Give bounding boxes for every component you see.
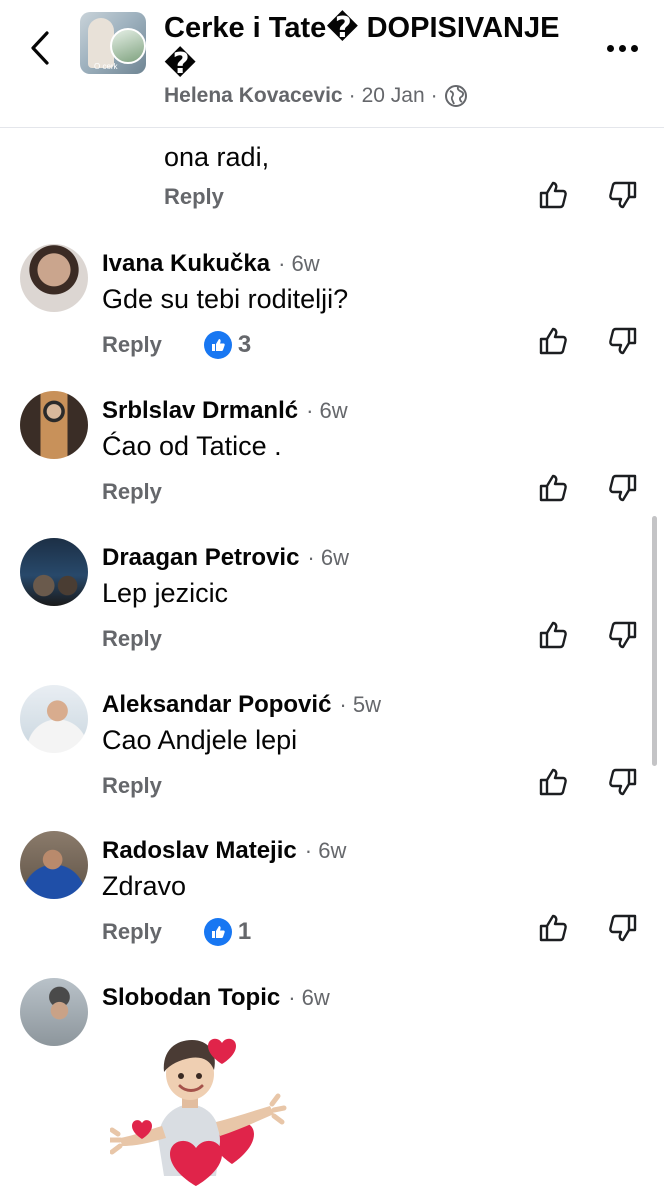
comment-time[interactable]: · 5w [339, 692, 381, 718]
comment-time[interactable]: · 6w [305, 838, 347, 864]
upvote-button[interactable] [536, 324, 570, 358]
downvote-button[interactable] [606, 324, 640, 358]
avatar[interactable] [20, 391, 88, 459]
comment-text: Cao Andjele lepi [102, 725, 298, 755]
thumbs-down-icon [609, 621, 637, 649]
reply-button[interactable]: Reply [164, 184, 224, 210]
comment-time[interactable]: · 6w [307, 545, 349, 571]
group-title[interactable]: Cerke i Tate� DOPISIVANJE � [164, 10, 584, 82]
reaction-summary[interactable]: 1 [203, 918, 252, 946]
reply-button[interactable]: Reply [102, 479, 162, 505]
globe-icon [444, 85, 467, 107]
upvote-button[interactable] [536, 471, 570, 505]
comment-item: Radoslav Matejic · 6w Zdravo Reply 1 [0, 831, 664, 977]
comment-author[interactable]: Draagan Petrovic [102, 544, 299, 572]
downvote-button[interactable] [606, 911, 640, 945]
avatar[interactable] [20, 831, 88, 899]
meta-separator: · [430, 84, 438, 107]
comment-text: ona radi, [164, 142, 270, 172]
reaction-count: 1 [237, 918, 252, 945]
thumbs-up-icon [539, 621, 567, 649]
more-icon [606, 44, 614, 52]
upvote-button[interactable] [536, 911, 570, 945]
thumbs-up-icon [539, 181, 567, 209]
group-thumbnail[interactable]: O cerk [80, 12, 146, 74]
post-date[interactable]: 20 Jan [362, 84, 425, 108]
comment-item: Srblslav Drmanlć · 6w Ćao od Tatice . Re… [0, 391, 664, 537]
downvote-button[interactable] [606, 618, 640, 652]
meta-separator: · [348, 84, 356, 107]
thumbs-down-icon [609, 181, 637, 209]
back-chevron-icon [31, 31, 49, 65]
comment-author[interactable]: Radoslav Matejic [102, 837, 297, 865]
thumbs-down-icon [609, 914, 637, 942]
reply-button[interactable]: Reply [102, 773, 162, 799]
comment-time[interactable]: · 6w [278, 251, 320, 277]
reply-button[interactable]: Reply [102, 919, 162, 945]
scrollbar[interactable] [652, 516, 657, 766]
thumbs-down-icon [609, 474, 637, 502]
comment-author[interactable]: Slobodan Topic [102, 984, 280, 1012]
comment-text: Gde su tebi roditelji? [102, 284, 349, 314]
downvote-button[interactable] [606, 765, 640, 799]
more-options-button[interactable] [600, 36, 644, 60]
comment-text: Ćao od Tatice . [102, 431, 282, 461]
post-meta: Helena Kovacevic · 20 Jan · [164, 84, 468, 108]
downvote-button[interactable] [606, 471, 640, 505]
thumbs-up-icon [539, 327, 567, 355]
upvote-button[interactable] [536, 765, 570, 799]
like-reaction-icon [203, 331, 232, 359]
comment-item: Draagan Petrovic · 6w Lep jezicic Reply [0, 538, 664, 684]
post-header: O cerk Cerke i Tate� DOPISIVANJE � Helen… [0, 0, 664, 128]
comment-item: Aleksandar Popović · 5w Cao Andjele lepi… [0, 685, 664, 831]
comment-author[interactable]: Srblslav Drmanlć [102, 397, 298, 425]
thumbs-up-icon [539, 914, 567, 942]
comment-time[interactable]: · 6w [288, 985, 330, 1011]
avatar[interactable] [20, 244, 88, 312]
comment-item: Ivana Kukučka · 6w Gde su tebi roditelji… [0, 244, 664, 390]
thumbs-down-icon [609, 327, 637, 355]
like-reaction-icon [203, 918, 232, 946]
reply-button[interactable]: Reply [102, 332, 162, 358]
reaction-summary[interactable]: 3 [203, 331, 252, 359]
upvote-button[interactable] [536, 618, 570, 652]
avatar[interactable] [20, 538, 88, 606]
comment-author[interactable]: Aleksandar Popović [102, 691, 331, 719]
comment-text: Zdravo [102, 871, 187, 901]
comment-text: Lep jezicic [102, 578, 229, 608]
upvote-button[interactable] [536, 178, 570, 212]
avatar[interactable] [20, 685, 88, 753]
back-button[interactable] [22, 28, 58, 68]
comment-author[interactable]: Ivana Kukučka [102, 250, 270, 278]
reply-button[interactable]: Reply [102, 626, 162, 652]
downvote-button[interactable] [606, 178, 640, 212]
thumbnail-caption: O cerk [94, 62, 118, 71]
thumbs-up-icon [539, 768, 567, 796]
avatar[interactable] [20, 978, 88, 1046]
avatar-sticker[interactable] [110, 1026, 300, 1186]
thumbs-down-icon [609, 768, 637, 796]
comment-item: Slobodan Topic · 6w [0, 978, 664, 1200]
thumbs-up-icon [539, 474, 567, 502]
post-author[interactable]: Helena Kovacevic [164, 84, 343, 108]
partial-comment: ona radi, Reply [0, 128, 664, 228]
reaction-count: 3 [237, 331, 252, 358]
comment-time[interactable]: · 6w [306, 398, 348, 424]
